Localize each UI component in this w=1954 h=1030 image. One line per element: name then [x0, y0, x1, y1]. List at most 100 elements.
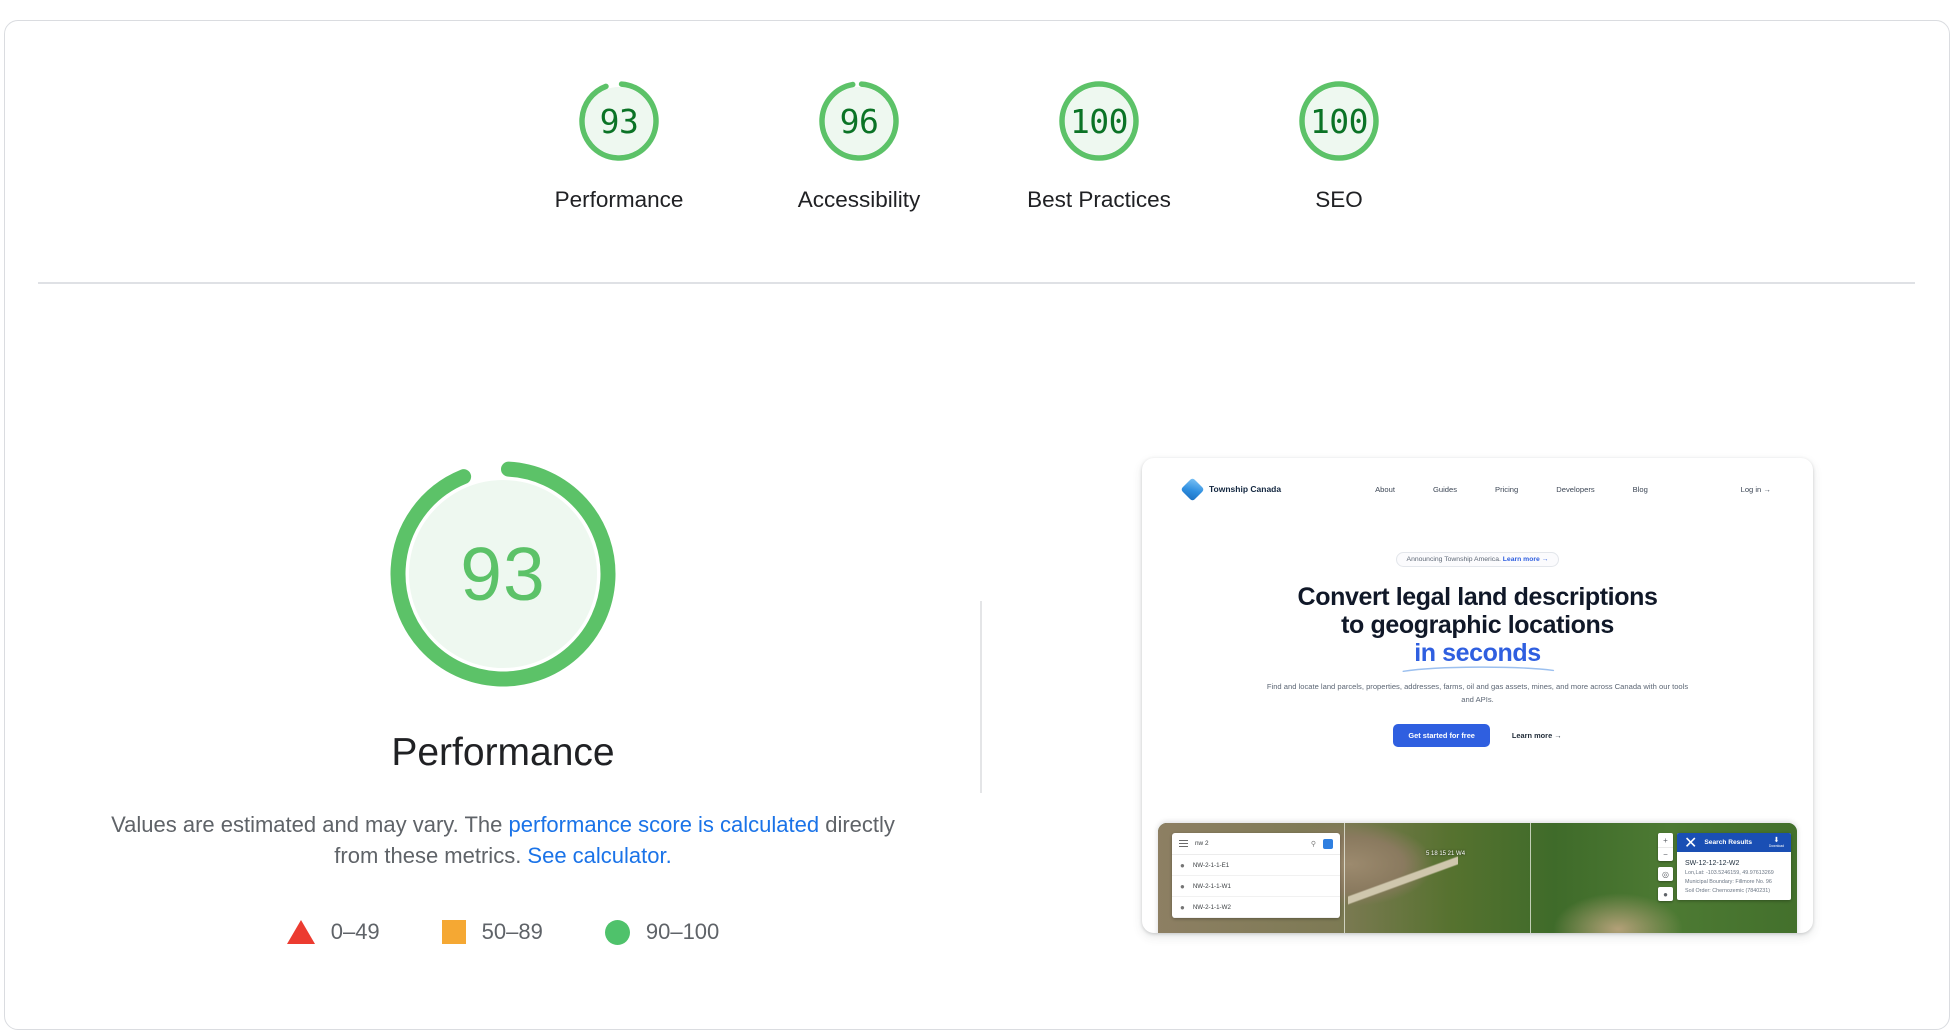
map-pin-icon: ●	[1663, 889, 1668, 899]
circle-pass-icon	[604, 919, 630, 945]
map-search-result-label: NW-2-1-1-W2	[1192, 903, 1231, 911]
map-pin-icon: ●	[1180, 860, 1185, 870]
locate-me-icon	[1323, 838, 1333, 849]
map-search-bar: nw 2 ⚲	[1172, 833, 1340, 855]
score-value: 100	[1069, 101, 1129, 141]
map-selected-parcel-meta: Lon,Lat: -103.5246159, 49.97613269	[1685, 870, 1774, 876]
preview-heading: Convert legal land descriptions to geogr…	[1142, 583, 1813, 673]
gauge-ring-accessibility: 96	[815, 77, 903, 165]
map-search-result-label: NW-2-1-1-E1	[1192, 861, 1230, 869]
preview-login-link: Log in →	[1740, 484, 1771, 494]
map-section-gridline	[1530, 823, 1531, 933]
preview-nav-link-blog: Blog	[1632, 484, 1648, 494]
map-pin-icon: ●	[1180, 902, 1185, 912]
preview-nav-link-developers: Developers	[1556, 484, 1595, 494]
map-target-group: ◎	[1658, 867, 1673, 881]
close-icon: ✕	[1684, 834, 1698, 852]
heading-accent: in seconds	[1402, 639, 1555, 673]
badge-text: Announcing Township America.	[1406, 556, 1503, 563]
badge-link: Learn more →	[1502, 556, 1549, 563]
preview-get-started-button: Get started for free	[1393, 724, 1490, 748]
map-selected-parcel-title: SW-12-12-12-W2	[1685, 860, 1740, 867]
score-label: Accessibility	[797, 187, 921, 212]
legend-item-pass: 90–100	[604, 919, 720, 945]
gauge-ring-performance: 93	[575, 77, 663, 165]
underline-swoosh-icon	[1402, 666, 1555, 673]
preview-cta-row: Get started for free Learn more →	[1142, 724, 1813, 748]
score-value: 100	[1309, 101, 1369, 141]
gauge-ring-best-practices: 100	[1055, 77, 1143, 165]
preview-brand: Township Canada	[1180, 476, 1282, 502]
search-icon: ⚲	[1310, 840, 1316, 848]
map-results-title: Search Results	[1704, 839, 1753, 846]
download-glyph: ⬇	[1773, 836, 1780, 844]
legend-range-fail: 0–49	[330, 919, 380, 945]
preview-nav-links: About Guides Pricing Developers Blog	[1375, 485, 1648, 494]
score-value: 93	[599, 101, 639, 141]
score-label: SEO	[1315, 187, 1363, 212]
map-results-body: SW-12-12-12-W2 Lon,Lat: -103.5246159, 49…	[1677, 852, 1791, 900]
map-search-result-row: ● NW-2-1-1-W1	[1172, 876, 1340, 897]
score-gauge-accessibility[interactable]: 96 Accessibility	[784, 77, 934, 213]
preview-brand-name: Township Canada	[1209, 484, 1282, 494]
final-screenshot-preview[interactable]: Township Canada About Guides Pricing Dev…	[1142, 458, 1813, 933]
zoom-in-icon: +	[1663, 835, 1668, 845]
heading-line-1: Convert legal land descriptions	[1297, 583, 1658, 611]
score-gauge-best-practices[interactable]: 100 Best Practices	[1024, 77, 1174, 213]
map-marker-group: ●	[1658, 887, 1673, 901]
zoom-out-icon: −	[1658, 847, 1673, 861]
score-label: Performance	[554, 187, 684, 212]
performance-score-value: 93	[460, 532, 546, 616]
performance-description: Values are estimated and may vary. The p…	[103, 809, 903, 871]
description-lead: Values are estimated and may vary. The	[111, 812, 509, 837]
preview-learn-more-button: Learn more →	[1511, 731, 1562, 741]
preview-nav-link-pricing: Pricing	[1495, 484, 1519, 494]
map-search-result-row: ● NW-2-1-1-W2	[1172, 897, 1340, 918]
performance-detail-section: 93 Performance Values are estimated and …	[38, 451, 968, 945]
score-gauge-seo[interactable]: 100 SEO	[1264, 77, 1414, 213]
map-parcel-label: 5 18 15 21 W4	[1426, 851, 1466, 857]
legend-range-pass: 90–100	[645, 919, 720, 945]
performance-score-calculated-link[interactable]: performance score is calculated	[509, 812, 820, 837]
hamburger-menu-icon	[1179, 838, 1188, 849]
heading-line-2: to geographic locations	[1341, 611, 1614, 639]
download-label: Download	[1768, 843, 1784, 848]
preview-subtitle: Find and locate land parcels, properties…	[1266, 682, 1689, 704]
square-average-icon	[441, 920, 466, 945]
lighthouse-report-card: 93 Performance 96 Accessibility 100 Best…	[4, 20, 1950, 1030]
legend-item-average: 50–89	[441, 919, 543, 945]
column-divider	[980, 601, 982, 793]
download-icon: ⬇ Download	[1769, 837, 1784, 848]
score-gauges-strip: 93 Performance 96 Accessibility 100 Best…	[5, 21, 1949, 283]
township-logo-icon	[1180, 476, 1205, 502]
score-value: 96	[839, 101, 879, 141]
preview-announcement-badge: Announcing Township America. Learn more …	[1395, 552, 1560, 567]
section-divider	[38, 282, 1915, 284]
map-section-gridline	[1344, 823, 1345, 933]
heading-accent-text: in seconds	[1414, 639, 1541, 667]
legend-item-fail: 0–49	[286, 919, 380, 945]
map-search-panel: nw 2 ⚲ ● NW-2-1-1-E1 ● NW-2-1-1-W1 ● NW-…	[1172, 833, 1340, 918]
map-results-panel: ✕ Search Results ⬇ Download SW-12-12-12-…	[1677, 833, 1791, 900]
preview-map-widget: 5 18 15 21 W4 nw 2 ⚲ ● NW-2-1-1-E1 ● NW-…	[1158, 823, 1797, 933]
map-controls: + − ◎ ●	[1658, 833, 1673, 901]
score-scale-legend: 0–49 50–89 90–100	[38, 919, 968, 945]
see-calculator-link[interactable]: See calculator.	[527, 843, 671, 868]
preview-navbar: Township Canada About Guides Pricing Dev…	[1142, 458, 1813, 520]
crosshair-icon: ◎	[1662, 869, 1669, 879]
performance-title: Performance	[391, 731, 615, 774]
performance-gauge-large: 93	[380, 451, 626, 697]
map-selected-parcel-meta: Soil Order: Chernozemic (7840231)	[1685, 888, 1771, 894]
score-gauge-performance[interactable]: 93 Performance	[544, 77, 694, 213]
map-results-header: ✕ Search Results ⬇ Download	[1677, 833, 1791, 852]
preview-nav-link-guides: Guides	[1432, 484, 1458, 494]
map-pin-icon: ●	[1180, 881, 1185, 891]
map-search-input-value: nw 2	[1195, 840, 1209, 847]
preview-hero: Announcing Township America. Learn more …	[1142, 520, 1813, 748]
map-search-result-label: NW-2-1-1-W1	[1192, 882, 1231, 890]
score-label: Best Practices	[1027, 187, 1171, 212]
map-road-path	[1348, 823, 1458, 933]
map-zoom-group: + −	[1658, 833, 1673, 861]
legend-range-average: 50–89	[481, 919, 543, 945]
preview-nav-link-about: About	[1375, 484, 1395, 494]
